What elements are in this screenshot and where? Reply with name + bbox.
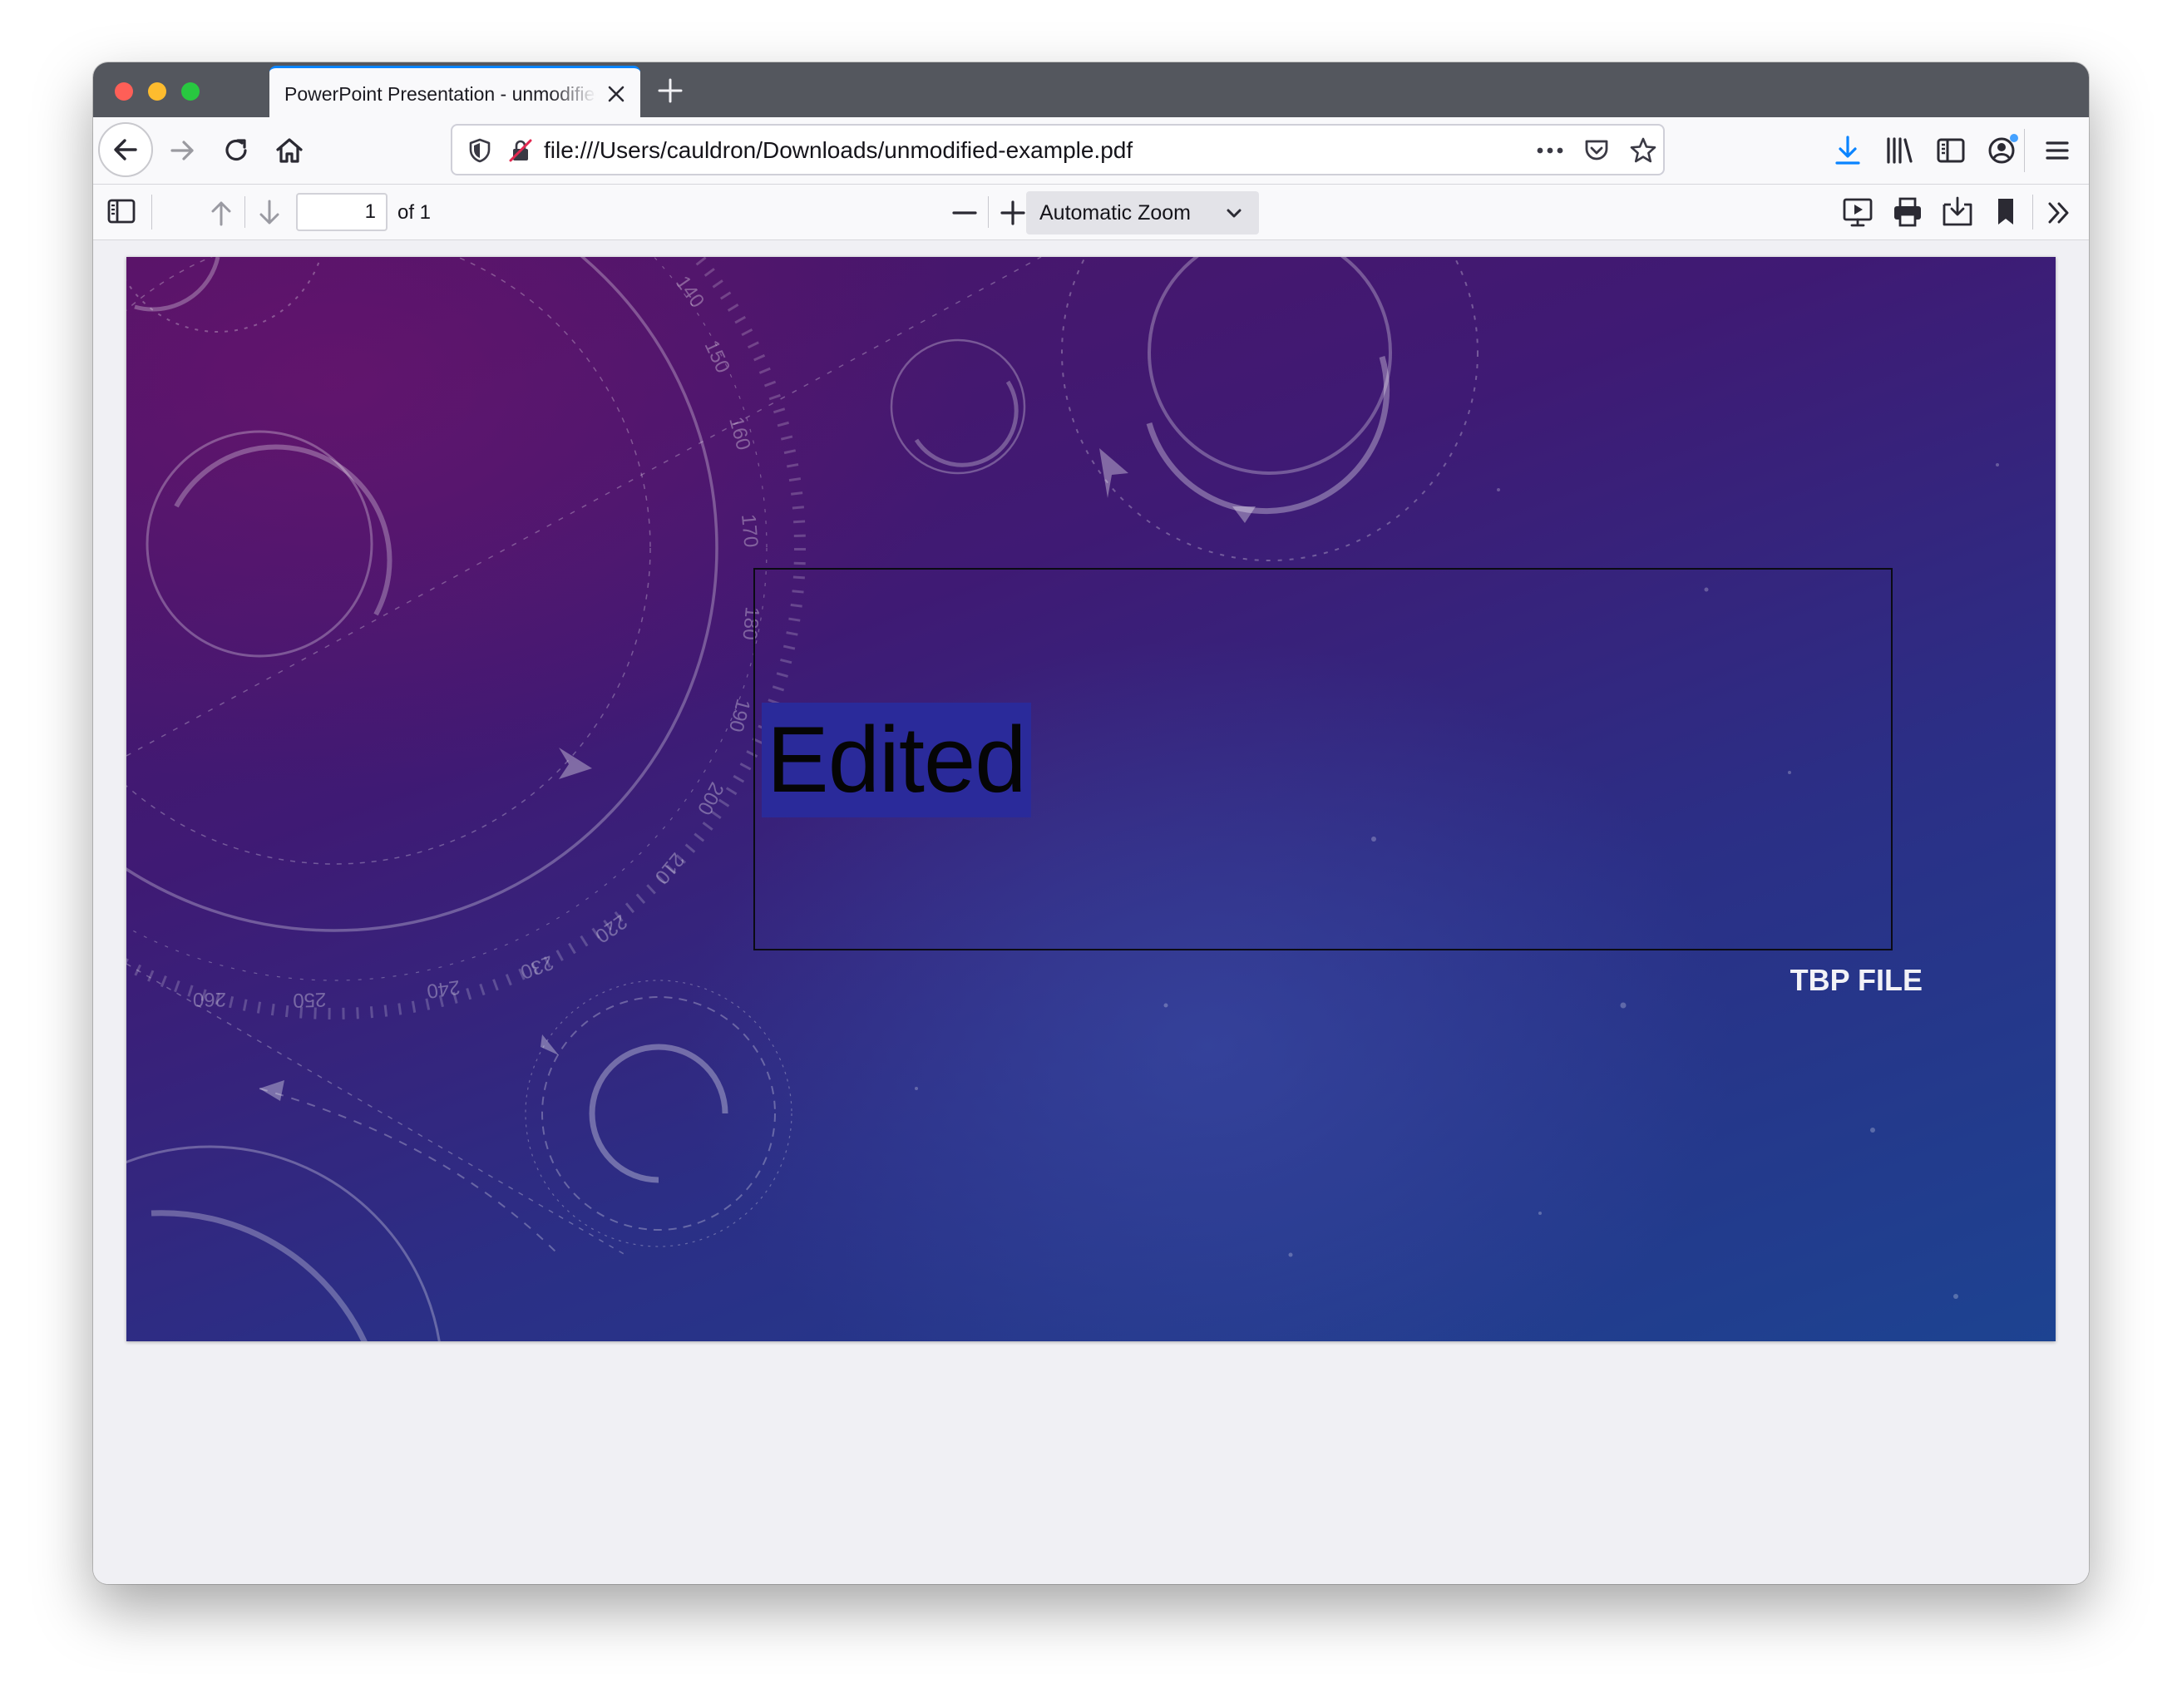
navigation-toolbar: file:///Users/cauldron/Downloads/unmodif… (93, 117, 2089, 185)
page-actions-icon[interactable] (1533, 141, 1567, 160)
forward-arrow-icon[interactable] (165, 132, 201, 169)
zoom-out-icon[interactable] (948, 196, 981, 230)
new-tab-icon[interactable] (655, 76, 685, 106)
tools-expand-icon[interactable] (2042, 196, 2076, 230)
dial-number: 190 (724, 696, 754, 734)
page-number-input[interactable]: 1 (296, 193, 388, 231)
close-window-button[interactable] (115, 82, 133, 101)
minimize-window-button[interactable] (148, 82, 166, 101)
home-icon[interactable] (271, 132, 308, 169)
close-tab-icon[interactable] (605, 83, 627, 105)
account-icon[interactable] (1984, 131, 2022, 169)
dial-number: 260 (193, 988, 226, 1010)
presentation-mode-icon[interactable] (1839, 195, 1876, 230)
page-count-label: of 1 (397, 201, 432, 224)
chevron-down-icon (1227, 209, 1242, 218)
slide-footer-text: TBP FILE (1790, 963, 1923, 997)
dial-number: 170 (737, 513, 762, 548)
back-button[interactable] (98, 122, 153, 177)
url-text[interactable]: file:///Users/cauldron/Downloads/unmodif… (544, 137, 1133, 164)
browser-window: PowerPoint Presentation - unmodified-exa… (93, 62, 2089, 1584)
pocket-icon[interactable] (1582, 136, 1612, 165)
insecure-lock-icon[interactable] (507, 137, 534, 164)
slide-main-text[interactable]: Edited (762, 703, 1031, 817)
zoom-in-icon[interactable] (996, 196, 1029, 230)
hamburger-menu-icon[interactable] (2039, 132, 2076, 169)
dial-number: 160 (724, 415, 754, 453)
dial-number: 150 (700, 337, 734, 377)
sidebar-toggle-icon[interactable] (1933, 132, 1969, 169)
dial-number: 140 (671, 272, 708, 312)
dial-number: 200 (693, 778, 728, 818)
text-box[interactable]: Edited (753, 568, 1893, 950)
library-icon[interactable] (1881, 132, 1918, 169)
bookmark-star-icon[interactable] (1628, 136, 1658, 165)
print-icon[interactable] (1889, 195, 1926, 230)
previous-page-icon[interactable] (205, 196, 238, 230)
save-download-icon[interactable] (1939, 195, 1976, 230)
zoom-window-button[interactable] (181, 82, 200, 101)
dial-number: 210 (650, 848, 689, 888)
downloads-icon[interactable] (1829, 132, 1866, 169)
tab-bar: PowerPoint Presentation - unmodified-exa… (93, 62, 2089, 117)
dial-number: 240 (426, 975, 462, 1002)
pdf-page: 140 150 160 170 180 190 200 210 220 230 … (126, 257, 2056, 1341)
toggle-sidebar-icon[interactable] (105, 196, 138, 226)
pdf-viewer[interactable]: 140 150 160 170 180 190 200 210 220 230 … (93, 240, 2089, 1584)
tab-title: PowerPoint Presentation - unmodified-exa… (284, 83, 596, 105)
tab-active[interactable]: PowerPoint Presentation - unmodified-exa… (269, 66, 640, 117)
next-page-icon[interactable] (253, 196, 286, 230)
zoom-select[interactable]: Automatic Zoom (1026, 191, 1259, 234)
back-arrow-icon (114, 139, 137, 160)
reload-icon[interactable] (218, 132, 254, 169)
dial-number: 250 (293, 988, 327, 1011)
url-bar[interactable]: file:///Users/cauldron/Downloads/unmodif… (451, 124, 1665, 175)
bookmark-icon[interactable] (1989, 195, 2022, 230)
tracking-shield-icon[interactable] (467, 137, 492, 164)
zoom-select-value: Automatic Zoom (1039, 201, 1192, 225)
pdf-toolbar: 1 of 1 Automatic Zoom (93, 185, 2089, 240)
dial-number: 220 (591, 910, 631, 947)
